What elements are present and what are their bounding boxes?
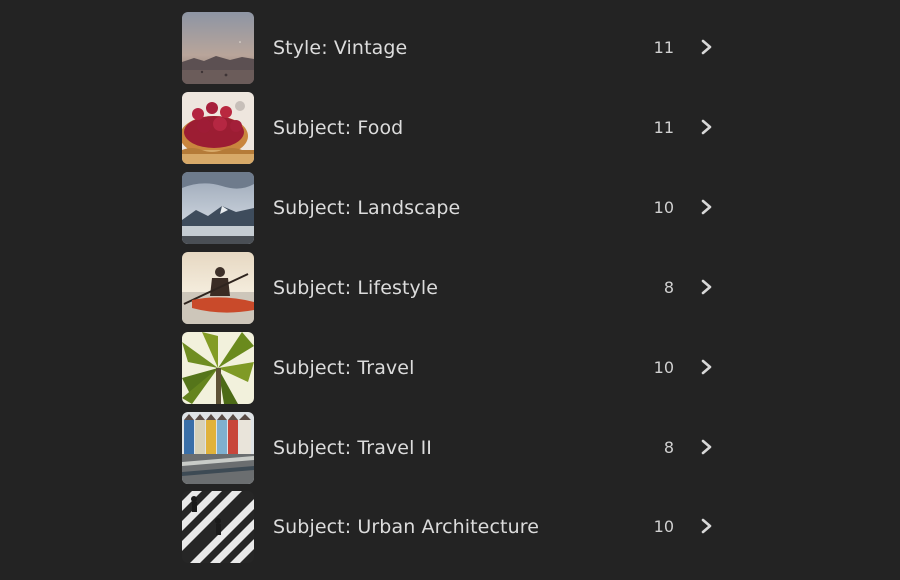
chevron-right-icon[interactable] xyxy=(700,199,714,215)
chevron-right-icon[interactable] xyxy=(700,279,714,295)
palm-tree-thumbnail xyxy=(182,332,254,404)
preset-count: 11 xyxy=(653,118,674,137)
preset-label: Subject: Urban Architecture xyxy=(273,516,539,538)
preset-count: 11 xyxy=(653,38,674,57)
preset-label: Subject: Travel II xyxy=(273,437,432,459)
preset-count: 10 xyxy=(653,358,674,377)
preset-count: 8 xyxy=(663,278,674,297)
list-item-subject-lifestyle[interactable]: Subject: Lifestyle 8 xyxy=(182,252,722,324)
list-item-subject-food[interactable]: Subject: Food 11 xyxy=(182,92,722,164)
preset-list: Style: Vintage 11 Subject: Food 11 Subje… xyxy=(0,0,900,580)
list-item-subject-travel[interactable]: Subject: Travel 10 xyxy=(182,332,722,404)
preset-label: Subject: Landscape xyxy=(273,197,461,219)
list-item-style-vintage[interactable]: Style: Vintage 11 xyxy=(182,12,722,84)
kayaker-sunset-thumbnail xyxy=(182,252,254,324)
beach-huts-thumbnail xyxy=(182,412,254,484)
preset-label: Subject: Food xyxy=(273,117,404,139)
list-item-subject-travel-ii[interactable]: Subject: Travel II 8 xyxy=(182,412,722,484)
list-item-subject-urban-architecture[interactable]: Subject: Urban Architecture 10 xyxy=(182,491,722,563)
desert-dusk-thumbnail xyxy=(182,12,254,84)
mountain-lake-thumbnail xyxy=(182,172,254,244)
preset-count: 10 xyxy=(653,198,674,217)
chevron-right-icon[interactable] xyxy=(700,39,714,55)
preset-label: Style: Vintage xyxy=(273,37,408,59)
crosswalk-thumbnail xyxy=(182,491,254,563)
raspberry-tart-thumbnail xyxy=(182,92,254,164)
list-item-subject-landscape[interactable]: Subject: Landscape 10 xyxy=(182,172,722,244)
preset-count: 10 xyxy=(653,517,674,536)
chevron-right-icon[interactable] xyxy=(700,119,714,135)
preset-count: 8 xyxy=(663,438,674,457)
chevron-right-icon[interactable] xyxy=(700,518,714,534)
chevron-right-icon[interactable] xyxy=(700,439,714,455)
chevron-right-icon[interactable] xyxy=(700,359,714,375)
preset-label: Subject: Lifestyle xyxy=(273,277,439,299)
preset-label: Subject: Travel xyxy=(273,357,415,379)
